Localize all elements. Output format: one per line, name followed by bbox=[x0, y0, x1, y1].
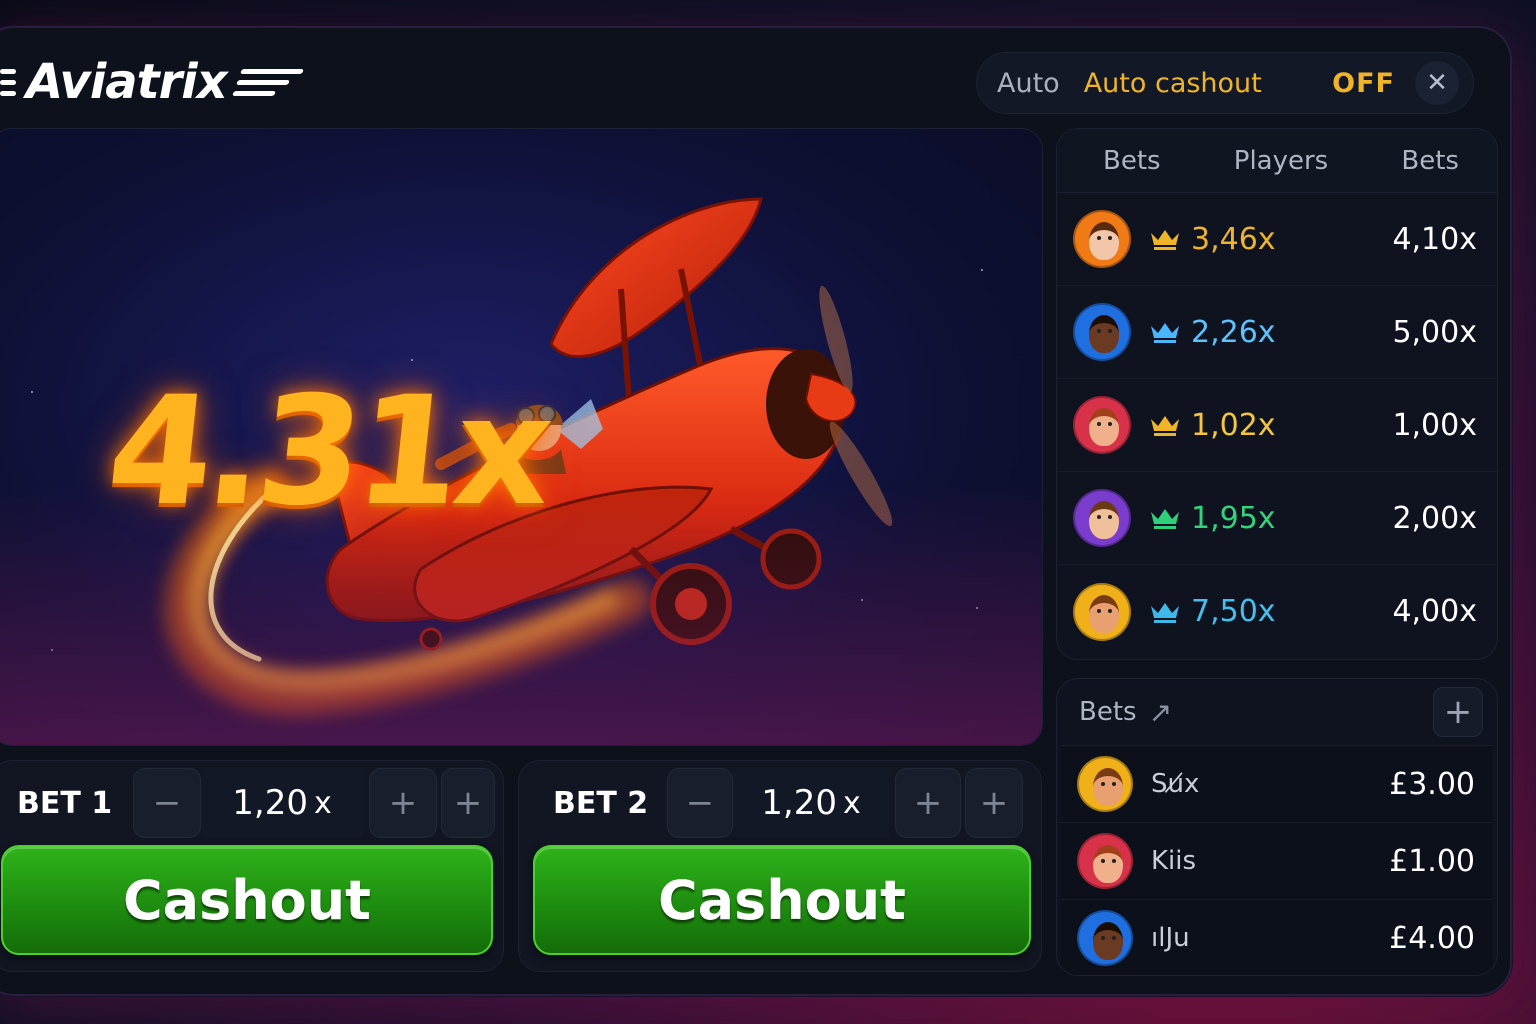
increase-button-secondary[interactable]: + bbox=[441, 768, 495, 838]
close-icon[interactable]: ✕ bbox=[1415, 61, 1459, 105]
avatar-blue bbox=[1073, 303, 1131, 361]
logo-stripes-left bbox=[0, 68, 16, 96]
cashout-multiplier: 7,50x bbox=[1191, 594, 1276, 629]
leaderboard-tabs: Bets Players Bets bbox=[1057, 129, 1497, 193]
leaderboard-panel: Bets Players Bets 3,46x 4,10x 2,26x 5,00x 1,… bbox=[1056, 128, 1498, 660]
add-button[interactable]: + bbox=[1433, 687, 1483, 737]
player-name: Kiis bbox=[1151, 846, 1197, 876]
tab-bets-secondary[interactable]: Bets bbox=[1401, 146, 1459, 176]
target-multiplier: 4,10x bbox=[1392, 221, 1477, 257]
tab-bets[interactable]: Bets bbox=[1103, 146, 1161, 176]
auto-toggle-label[interactable]: Auto bbox=[997, 68, 1060, 99]
tab-players[interactable]: Players bbox=[1234, 146, 1328, 176]
cashout-multiplier: 1,02x bbox=[1191, 407, 1276, 443]
logo-stripes-right bbox=[231, 68, 304, 96]
bet-feed-row[interactable]: Su̸x £3.00 bbox=[1061, 745, 1493, 822]
bets-feed-panel: Bets ↗ + Su̸x £3.00 Kiis £1.00 ılJu £4.00 bbox=[1056, 678, 1498, 976]
leaderboard-row[interactable]: 1,95x 2,00x bbox=[1057, 472, 1497, 565]
increase-button-secondary[interactable]: + bbox=[965, 768, 1023, 838]
crown-icon bbox=[1151, 509, 1179, 529]
increase-button[interactable]: + bbox=[895, 768, 961, 838]
logo-text: Aviatrix bbox=[26, 54, 228, 110]
bet-feed-row[interactable]: Kiis £1.00 bbox=[1061, 822, 1493, 899]
bet-amount: £3.00 bbox=[1389, 766, 1475, 802]
target-multiplier: 1,00x bbox=[1392, 407, 1477, 443]
bets-feed-title: Bets bbox=[1079, 697, 1137, 727]
bet-value: 1,20 bbox=[761, 783, 837, 823]
avatar-red bbox=[1077, 833, 1133, 889]
auto-cashout-bar[interactable]: Auto Auto cashout OFF ✕ bbox=[976, 52, 1474, 114]
bet-unit: x bbox=[313, 785, 332, 821]
current-multiplier: 4.31x bbox=[99, 365, 556, 539]
avatar-red bbox=[1073, 396, 1131, 454]
leaderboard-row[interactable]: 3,46x 4,10x bbox=[1057, 193, 1497, 286]
auto-cashout-state[interactable]: OFF bbox=[1332, 68, 1395, 99]
target-multiplier: 5,00x bbox=[1392, 314, 1477, 350]
cashout-button-1[interactable]: Cashout bbox=[1, 845, 493, 955]
bet-feed-row[interactable]: ılJu £4.00 bbox=[1061, 899, 1493, 975]
target-multiplier: 4,00x bbox=[1392, 594, 1477, 629]
leaderboard-row[interactable]: 7,50x 4,00x bbox=[1057, 565, 1497, 658]
avatar-blue bbox=[1077, 910, 1133, 966]
bet-amount: £1.00 bbox=[1389, 843, 1475, 879]
leaderboard-row[interactable]: 2,26x 5,00x bbox=[1057, 286, 1497, 379]
cashout-multiplier: 2,26x bbox=[1191, 314, 1276, 350]
game-canvas: 4.31x bbox=[0, 128, 1043, 746]
bet-label: BET 2 bbox=[553, 785, 649, 821]
bet-panel-2: BET 2 − 1,20 x + + Cashout bbox=[518, 760, 1042, 972]
expand-arrow-icon[interactable]: ↗ bbox=[1149, 696, 1172, 729]
cashout-multiplier: 1,95x bbox=[1191, 500, 1276, 536]
bet-panel-1: BET 1 − 1,20 x + + Cashout bbox=[0, 760, 504, 972]
bet-unit: x bbox=[842, 785, 861, 821]
avatar-yellow bbox=[1073, 582, 1131, 641]
cashout-button-2[interactable]: Cashout bbox=[533, 845, 1031, 955]
bet-label: BET 1 bbox=[17, 785, 113, 821]
avatar-yellow bbox=[1077, 756, 1133, 812]
player-name: ılJu bbox=[1151, 923, 1190, 953]
avatar-orange bbox=[1073, 210, 1131, 268]
bet-value-field[interactable]: 1,20 x bbox=[201, 768, 363, 838]
target-multiplier: 2,00x bbox=[1392, 500, 1477, 536]
decrease-button[interactable]: − bbox=[133, 768, 201, 838]
crown-icon bbox=[1151, 323, 1179, 343]
crown-icon bbox=[1151, 602, 1179, 623]
bet-value-field[interactable]: 1,20 x bbox=[733, 768, 889, 838]
cashout-multiplier: 3,46x bbox=[1191, 221, 1276, 257]
avatar-purple bbox=[1073, 489, 1131, 547]
auto-cashout-label[interactable]: Auto cashout bbox=[1084, 68, 1262, 99]
increase-button[interactable]: + bbox=[369, 768, 437, 838]
decrease-button[interactable]: − bbox=[667, 768, 733, 838]
crown-icon bbox=[1151, 416, 1179, 436]
aviatrix-logo: Aviatrix bbox=[0, 52, 304, 112]
bet-value: 1,20 bbox=[232, 783, 308, 823]
crown-icon bbox=[1151, 230, 1179, 250]
bet-amount: £4.00 bbox=[1389, 920, 1475, 956]
player-name: Su̸x bbox=[1151, 769, 1200, 799]
leaderboard-row[interactable]: 1,02x 1,00x bbox=[1057, 379, 1497, 472]
